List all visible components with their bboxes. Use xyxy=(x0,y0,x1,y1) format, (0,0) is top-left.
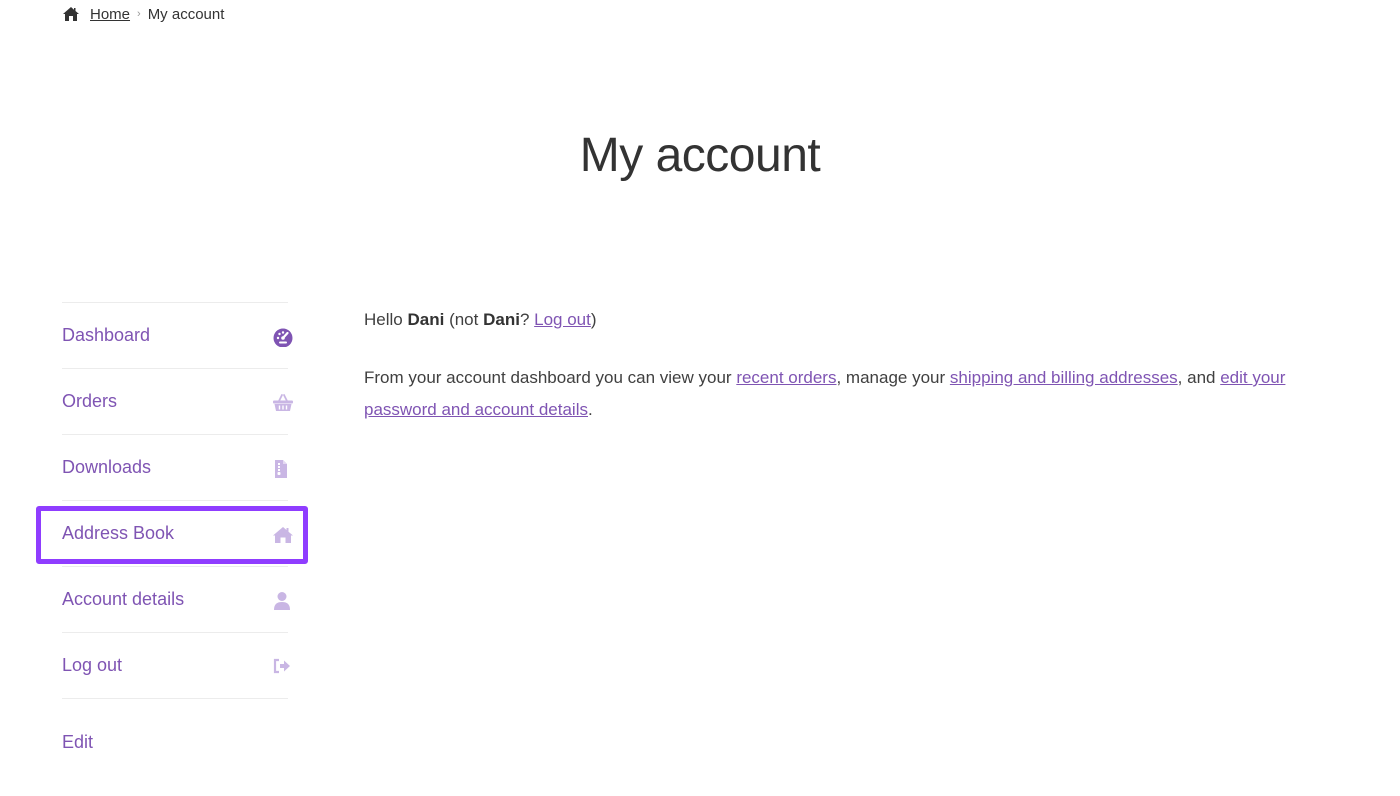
greeting-not: (not xyxy=(449,310,479,329)
greeting-question: ? xyxy=(519,310,530,329)
account-dashboard-content: Hello Dani (not Dani? Log out) From your… xyxy=(364,304,1354,452)
dashboard-gauge-icon xyxy=(272,327,293,347)
nav-item-account-details[interactable]: Account details xyxy=(62,567,290,633)
file-download-icon xyxy=(272,459,290,478)
nav-item-edit[interactable]: Edit xyxy=(62,699,288,785)
nav-item-downloads[interactable]: Downloads xyxy=(62,435,288,501)
nav-item-label: Dashboard xyxy=(62,325,151,345)
nav-item-label: Account details xyxy=(62,589,185,609)
description-text: . xyxy=(587,400,593,419)
home-icon[interactable] xyxy=(62,6,80,22)
description-text: From your account dashboard you can view… xyxy=(364,368,732,387)
nav-item-log-out[interactable]: Log out xyxy=(62,633,290,699)
user-icon xyxy=(272,591,290,610)
dashboard-description: From your account dashboard you can view… xyxy=(364,362,1354,426)
greeting-hello: Hello xyxy=(364,310,403,329)
breadcrumb-current: My account xyxy=(147,5,225,23)
description-text: , manage your xyxy=(836,368,946,387)
home-icon xyxy=(272,525,293,543)
nav-item-orders[interactable]: Orders xyxy=(62,369,293,435)
breadcrumb-separator: › xyxy=(137,8,141,20)
nav-item-label: Downloads xyxy=(62,457,152,477)
addresses-link[interactable]: shipping and billing addresses xyxy=(950,368,1178,387)
logout-link[interactable]: Log out xyxy=(534,310,591,329)
shopping-basket-icon xyxy=(272,393,293,411)
nav-item-label: Edit xyxy=(62,731,94,752)
nav-item-label: Orders xyxy=(62,391,118,411)
recent-orders-link[interactable]: recent orders xyxy=(736,368,836,387)
nav-item-address-book[interactable]: Address Book xyxy=(62,501,293,567)
description-text: , and xyxy=(1177,368,1216,387)
page-title: My account xyxy=(579,129,821,182)
sign-out-icon xyxy=(272,657,290,675)
greeting-text: Hello Dani (not Dani? Log out) xyxy=(364,304,1354,336)
user-name-alt: Dani xyxy=(483,310,520,329)
nav-item-label: Log out xyxy=(62,655,123,675)
account-navigation: Dashboard Orders Downloads Address Book … xyxy=(62,302,293,785)
nav-item-label: Address Book xyxy=(62,523,175,543)
greeting-close: ) xyxy=(590,310,597,329)
breadcrumb-home-link[interactable]: Home xyxy=(90,6,130,23)
breadcrumb: Home › My account xyxy=(62,4,224,24)
user-name: Dani xyxy=(407,310,445,329)
nav-item-dashboard[interactable]: Dashboard xyxy=(62,303,293,369)
